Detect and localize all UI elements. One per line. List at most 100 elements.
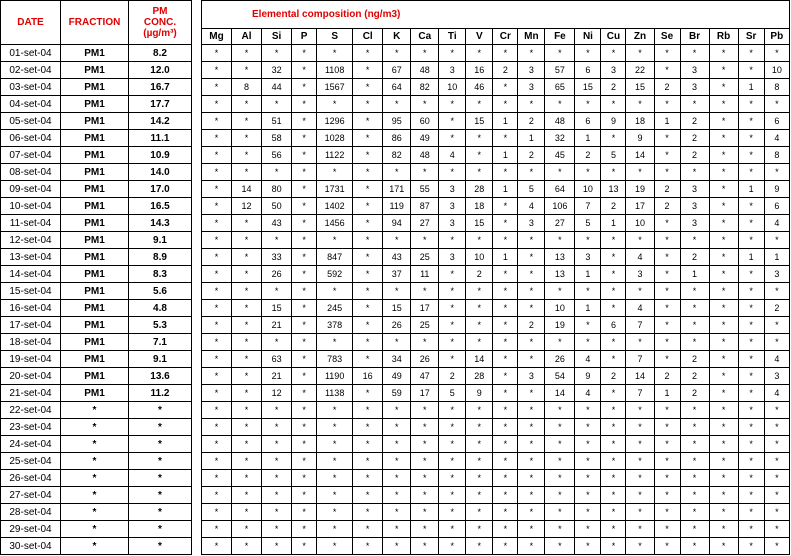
conc-cell: * [128, 401, 192, 419]
element-value-cell: * [352, 61, 384, 79]
element-value-cell: 2 [653, 367, 681, 385]
element-value-cell: 2 [653, 180, 681, 198]
element-value-cell: * [438, 129, 467, 147]
element-value-cell: * [708, 384, 739, 402]
element-value-cell: 94 [382, 214, 412, 232]
element-value-cell: 1 [492, 180, 519, 198]
date-cell: 30-set-04 [0, 537, 61, 555]
fraction-cell: PM1 [60, 384, 129, 402]
date-cell: 01-set-04 [0, 44, 61, 62]
element-value-cell: * [200, 333, 233, 351]
element-value-cell: * [492, 316, 519, 334]
conc-cell: * [128, 469, 192, 487]
table-row: * * 32 * 1108 * 67 48 3 16 2 3 57 6 3 22 * 3 * * 10 [200, 61, 791, 79]
element-value-cell: 14 [625, 146, 655, 164]
element-value-cell: 3 [625, 265, 655, 283]
element-value-cell: 2 [600, 197, 627, 215]
conc-cell: 8.2 [128, 44, 192, 62]
element-value-cell: * [653, 146, 681, 164]
element-value-cell: * [763, 503, 791, 521]
element-value-cell: * [231, 299, 263, 317]
element-value-cell: * [679, 316, 710, 334]
element-value-cell: * [600, 384, 627, 402]
element-value-cell: * [763, 469, 791, 487]
element-value-cell: * [438, 350, 467, 368]
fraction-cell: PM1 [60, 367, 129, 385]
element-value-cell: * [763, 418, 791, 436]
element-value-cell: 2 [653, 78, 681, 96]
element-value-cell: * [679, 520, 710, 538]
element-value-cell: * [544, 401, 576, 419]
element-value-cell: * [316, 282, 354, 300]
table-row: * * 51 * 1296 * 95 60 * 15 1 2 48 6 9 18 1 2 * * 6 [200, 112, 791, 130]
element-value-cell: * [737, 44, 765, 62]
table-row: * * * * * * * * * * * * * * * * * * * * * [200, 418, 791, 436]
element-value-cell: * [200, 435, 233, 453]
element-value-cell: 8 [231, 78, 263, 96]
element-value-cell: * [231, 163, 263, 181]
table-row: * * * * * * * * * * * * * * * * * * * * * [200, 163, 791, 181]
conc-cell: 5.6 [128, 282, 192, 300]
element-value-cell: * [492, 265, 519, 283]
element-value-cell: * [352, 435, 384, 453]
element-value-cell: * [492, 384, 519, 402]
table-row: 02-set-04 PM1 12.0 [0, 61, 192, 79]
element-value-cell: * [679, 333, 710, 351]
element-value-cell: * [291, 146, 318, 164]
element-value-cell: * [382, 418, 412, 436]
element-value-cell: * [410, 282, 440, 300]
date-cell: 21-set-04 [0, 384, 61, 402]
element-header-rb: Rb [708, 28, 739, 45]
conc-cell: 16.5 [128, 197, 192, 215]
table-row: * * * * * * * * * * * * * * * * * * * * * [200, 401, 791, 419]
element-header-ti: Ti [438, 28, 467, 45]
element-value-cell: * [708, 316, 739, 334]
conc-cell: 13.6 [128, 367, 192, 385]
element-value-cell: 43 [261, 214, 293, 232]
element-value-cell: * [625, 231, 655, 249]
element-value-cell: * [352, 418, 384, 436]
element-value-cell: * [200, 231, 233, 249]
table-row: * * 26 * 592 * 37 11 * 2 * * 13 1 * 3 * 1 * * 3 [200, 265, 791, 283]
element-value-cell: * [291, 452, 318, 470]
element-value-cell: 9 [465, 384, 494, 402]
element-value-cell: * [410, 95, 440, 113]
table-row: 13-set-04 PM1 8.9 [0, 248, 192, 266]
element-value-cell: * [653, 299, 681, 317]
element-value-cell: 82 [382, 146, 412, 164]
date-cell: 05-set-04 [0, 112, 61, 130]
element-value-cell: * [291, 265, 318, 283]
table-row: 29-set-04 * * [0, 520, 192, 538]
table-row: * * 43 * 1456 * 94 27 3 15 * 3 27 5 1 10 * 3 * * 4 [200, 214, 791, 232]
element-value-cell: 1 [492, 112, 519, 130]
table-row: 09-set-04 PM1 17.0 [0, 180, 192, 198]
element-value-cell: 2 [600, 78, 627, 96]
date-cell: 02-set-04 [0, 61, 61, 79]
date-cell: 09-set-04 [0, 180, 61, 198]
element-value-cell: * [600, 44, 627, 62]
table-row: 17-set-04 PM1 5.3 [0, 316, 192, 334]
element-value-cell: 2 [517, 316, 546, 334]
element-value-cell: * [600, 401, 627, 419]
element-value-cell: * [200, 537, 233, 555]
element-value-cell: 1 [737, 78, 765, 96]
conc-cell: 8.9 [128, 248, 192, 266]
element-value-cell: * [653, 418, 681, 436]
element-value-cell: * [316, 486, 354, 504]
element-value-cell: * [517, 350, 546, 368]
element-value-cell: * [708, 452, 739, 470]
element-value-cell: * [737, 265, 765, 283]
element-value-cell: * [625, 418, 655, 436]
element-value-cell: 1 [737, 180, 765, 198]
element-header-fe: Fe [544, 28, 576, 45]
element-value-cell: 19 [625, 180, 655, 198]
element-value-cell: * [438, 163, 467, 181]
element-value-cell: * [261, 231, 293, 249]
element-value-cell: * [625, 520, 655, 538]
element-value-cell: 10 [625, 214, 655, 232]
table-row: 24-set-04 * * [0, 435, 192, 453]
element-value-cell: * [231, 384, 263, 402]
element-value-cell: 50 [261, 197, 293, 215]
element-value-cell: * [438, 452, 467, 470]
element-value-cell: 9 [600, 112, 627, 130]
